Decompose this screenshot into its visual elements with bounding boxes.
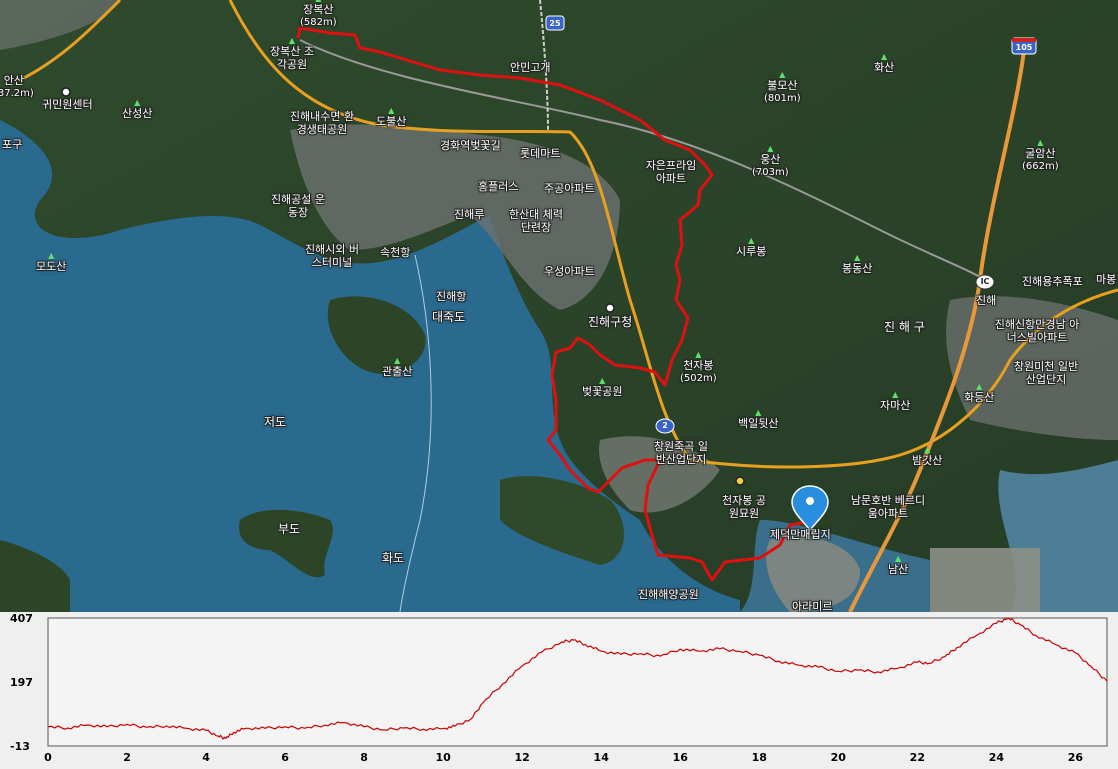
y-tick-label: 407 [10, 612, 33, 625]
x-tick-label: 2 [123, 751, 131, 764]
map-terrain [0, 0, 1118, 612]
label-jinhaegu-office: 진해구청 [588, 315, 633, 329]
label-bongdongsan: 봉동산 [842, 253, 872, 275]
x-tick-label: 6 [281, 751, 289, 764]
x-tick-label: 22 [910, 751, 925, 764]
route-2-label: 2 [662, 421, 668, 430]
poi-jinhaegu-icon [605, 303, 615, 313]
satellite-map[interactable]: 장복산(582m) 장복산 조각공원 귀민원센터 안산(37.2m) 산성산 포… [0, 0, 1118, 612]
x-tick-label: 26 [1068, 751, 1084, 764]
label-xi-apt: 자은프라임 아파트 [645, 159, 697, 185]
x-tick-label: 12 [515, 751, 530, 764]
label-modosan: 모도산 [36, 251, 66, 273]
label-jamasan: 자마산 [880, 390, 910, 412]
industrial-park [930, 548, 1040, 612]
label-budo: 부도 [278, 522, 301, 536]
label-terminal: 진해시외 버스터미널 [304, 243, 360, 269]
x-tick-label: 20 [831, 751, 847, 764]
label-namsan: 남산 [888, 554, 908, 576]
label-masan: 마봉 [1096, 273, 1117, 286]
label-namun-apt: 남문호반 베르디움아파트 [850, 494, 926, 520]
label-fitness: 한산대 체력단련장 [508, 208, 564, 234]
ic-label: IC [980, 277, 990, 286]
label-stadium: 진해공설 운동장 [270, 193, 326, 219]
label-jeodo: 저도 [264, 415, 287, 429]
label-sirubong: 시루봉 [736, 236, 766, 258]
label-newport-apt: 진해신항만경남 아너스빌아파트 [994, 318, 1080, 344]
label-ungsan: 웅산(703m) [752, 144, 789, 179]
label-changwon-ind: 창원죽곡 일반산업단지 [653, 440, 709, 466]
label-sokcheon: 속천항 [380, 246, 411, 259]
label-ansan: 안산(37.2m) [0, 74, 34, 99]
label-landfill: 제덕만매립지 [770, 528, 831, 541]
label-jinhaegu: 진 해 구 [884, 320, 925, 334]
label-jangboksan-park: 장복산 조각공원 [266, 36, 318, 71]
x-tick-label: 8 [360, 751, 368, 764]
poi-gwiminwon-icon [61, 87, 71, 97]
label-gwanchulsan: 관출산 [382, 356, 412, 378]
label-gulamsan: 굴암산(662m) [1022, 138, 1059, 173]
label-env-park: 진해내수면 환경생태공원 [289, 110, 355, 136]
label-industrial: 창원미천 일반산업단지 [1013, 360, 1079, 386]
label-jugong: 주공아파트 [544, 182, 595, 195]
x-tick-label: 14 [594, 751, 610, 764]
x-tick-label: 18 [752, 751, 767, 764]
label-woosung: 우성아파트 [544, 265, 595, 278]
label-harbor-west: 포구 [2, 138, 23, 151]
label-jinhae-port: 진해항 [436, 290, 467, 303]
y-tick-label: 197 [10, 676, 33, 689]
plot-area [47, 617, 1108, 747]
label-cheonjabong: 천자봉(502m) [680, 350, 717, 385]
label-waterfall: 진해용추폭포 [1022, 275, 1083, 288]
label-hwadeungsan: 화등산 [964, 382, 994, 404]
label-dobulsan: 도불산 [376, 106, 406, 128]
elevation-chart: 407197-13 0 2 4 6 8 10 12 14 16 18 20 22 24 26 [10, 612, 1108, 764]
x-tick-label: 10 [435, 751, 451, 764]
label-cemetery: 천자봉 공원묘원 [722, 494, 766, 520]
label-baegil: 백일뒷산 [738, 408, 778, 430]
label-daejukdo: 대죽도 [432, 310, 466, 324]
marker-center [806, 497, 814, 505]
x-tick-label: 16 [673, 751, 689, 764]
label-bulmosan: 불모산(801m) [764, 70, 801, 105]
poi-cemetery-icon [735, 476, 745, 486]
label-jinhae-ic: 진해 [976, 294, 997, 307]
label-lotte: 롯데마트 [520, 147, 561, 160]
label-marine-park: 진해해양공원 [638, 588, 699, 601]
x-tick-label: 24 [989, 751, 1005, 764]
label-homeplus: 홈플러스 [478, 180, 519, 193]
label-sangsan: 산성산 [122, 98, 152, 120]
x-tick-label: 0 [44, 751, 52, 764]
label-beot-park: 벚꽃공원 [582, 376, 622, 398]
elevation-profile[interactable]: 407 197 -13 0 2 4 6 8 10 12 14 16 18 20 22 24 26 [0, 612, 1118, 769]
label-hwado: 화도 [382, 551, 405, 565]
label-gwiminwon: 귀민원센터 [42, 98, 93, 111]
y-tick-label: -13 [10, 740, 30, 753]
route-25-label: 25 [549, 19, 561, 28]
label-gyeonghwa: 경화역벚꽃길 [440, 139, 501, 152]
label-jinhaeru: 진해루 [454, 208, 485, 221]
label-bamgatsan: 밤갓산 [912, 445, 942, 467]
label-arami: 아라미르 [792, 600, 833, 612]
label-jangboksan: 장복산(582m) [300, 0, 337, 29]
route-105-label: 105 [1015, 43, 1033, 52]
label-anmin-pass: 안민고개 [510, 61, 551, 74]
x-tick-label: 4 [202, 751, 210, 764]
label-hwasan: 화산 [874, 52, 894, 74]
